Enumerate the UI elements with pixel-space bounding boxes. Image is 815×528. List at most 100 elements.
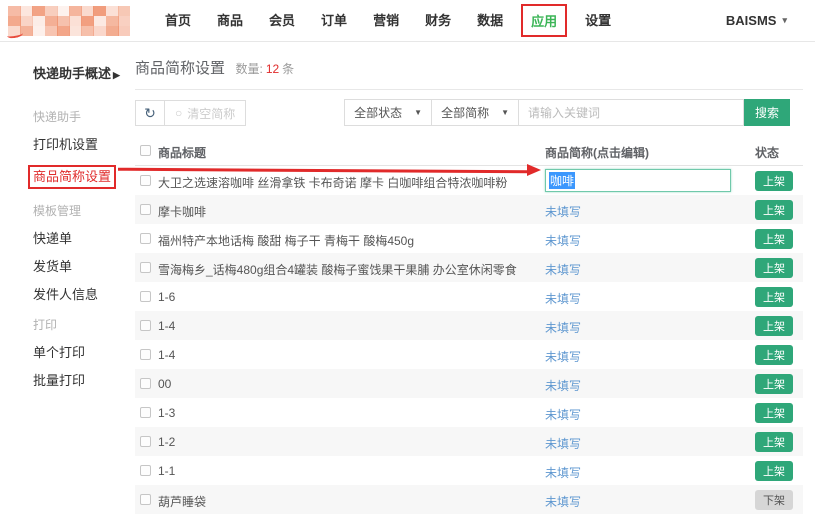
sidebar-item-2[interactable]: 打印机设置 bbox=[33, 137, 135, 153]
status-badge: 上架 bbox=[755, 200, 793, 220]
chevron-down-icon: ▼ bbox=[414, 108, 422, 117]
shortname-empty-link[interactable]: 未填写 bbox=[545, 464, 581, 481]
status-badge: 上架 bbox=[755, 403, 793, 423]
toolbar: ↻ ○ 清空简称 全部状态 ▼ 全部简称 ▼ 搜索 bbox=[135, 90, 803, 136]
sidebar-item-4: 模板管理 bbox=[33, 203, 135, 219]
table-row: 1-2未填写上架 bbox=[135, 427, 803, 456]
product-title: 1-4 bbox=[158, 319, 175, 333]
row-checkbox[interactable] bbox=[140, 465, 151, 476]
sidebar-item-10[interactable]: 批量打印 bbox=[33, 373, 135, 389]
row-checkbox[interactable] bbox=[140, 436, 151, 447]
shortname-filter-value: 全部简称 bbox=[441, 104, 489, 121]
page-title: 商品简称设置 bbox=[135, 57, 225, 78]
product-title: 1-4 bbox=[158, 348, 175, 362]
nav-item-5[interactable]: 财务 bbox=[412, 0, 464, 41]
product-title: 大卫之选速溶咖啡 丝滑拿铁 卡布奇诺 摩卡 白咖啡组合特浓咖啡粉 bbox=[158, 174, 507, 191]
row-checkbox[interactable] bbox=[140, 494, 151, 505]
status-badge: 上架 bbox=[755, 461, 793, 481]
logo-scribble bbox=[7, 30, 24, 39]
filter-group: 全部状态 ▼ 全部简称 ▼ 搜索 bbox=[345, 99, 790, 126]
sidebar-item-8: 打印 bbox=[33, 317, 135, 333]
shortname-empty-link[interactable]: 未填写 bbox=[545, 377, 581, 394]
nav-item-4[interactable]: 营销 bbox=[360, 0, 412, 41]
shortname-empty-link[interactable]: 未填写 bbox=[545, 406, 581, 423]
sidebar-item-label: 打印机设置 bbox=[33, 137, 98, 152]
chevron-right-icon: ▶ bbox=[113, 70, 120, 80]
table-row: 葫芦睡袋未填写下架 bbox=[135, 485, 803, 514]
status-badge: 上架 bbox=[755, 432, 793, 452]
select-all-checkbox[interactable] bbox=[140, 145, 151, 156]
table-row: 雪海梅乡_话梅480g组合4罐装 酸梅子蜜饯果干果脯 办公室休闲零食 未填写 上架 bbox=[135, 253, 803, 282]
count-label: 数量: bbox=[235, 62, 262, 76]
shortname-empty-link[interactable]: 未填写 bbox=[545, 261, 581, 278]
status-filter-select[interactable]: 全部状态 ▼ bbox=[344, 99, 432, 126]
status-badge: 上架 bbox=[755, 229, 793, 249]
clear-shortname-button[interactable]: ○ 清空简称 bbox=[164, 100, 246, 126]
sidebar-item-6[interactable]: 发货单 bbox=[33, 259, 135, 275]
sidebar-item-label: 发件人信息 bbox=[33, 287, 98, 302]
sidebar-item-label: 快递助手 bbox=[33, 110, 81, 124]
top-nav: 首页商品会员订单营销财务数据应用设置 bbox=[152, 0, 624, 41]
status-badge: 下架 bbox=[755, 490, 793, 510]
row-checkbox[interactable] bbox=[140, 204, 151, 215]
nav-item-8[interactable]: 设置 bbox=[572, 0, 624, 41]
toolbar-button-group: ↻ ○ 清空简称 bbox=[135, 100, 246, 126]
sidebar-item-label: 批量打印 bbox=[33, 373, 85, 388]
account-name: BAISMS bbox=[726, 13, 777, 28]
shortname-filter-select[interactable]: 全部简称 ▼ bbox=[431, 99, 519, 126]
sidebar-item-7[interactable]: 发件人信息 bbox=[33, 287, 135, 303]
row-checkbox[interactable] bbox=[140, 175, 151, 186]
shortname-edit-input[interactable]: 咖啡 bbox=[545, 169, 731, 192]
keyword-search-input[interactable] bbox=[518, 99, 744, 126]
shortname-selected-text: 咖啡 bbox=[549, 172, 575, 189]
status-filter-value: 全部状态 bbox=[354, 104, 402, 121]
table-row: 福州特产本地话梅 酸甜 梅子干 青梅干 酸梅450g 未填写 上架 bbox=[135, 224, 803, 253]
row-checkbox[interactable] bbox=[140, 291, 151, 302]
column-header-status: 状态 bbox=[755, 144, 779, 161]
status-badge: 上架 bbox=[755, 258, 793, 278]
table-header-row: 商品标题 商品简称(点击编辑) 状态 bbox=[135, 136, 803, 166]
refresh-button[interactable]: ↻ bbox=[135, 100, 165, 126]
shortname-empty-link[interactable]: 未填写 bbox=[545, 435, 581, 452]
shortname-empty-link[interactable]: 未填写 bbox=[545, 203, 581, 220]
nav-item-3[interactable]: 订单 bbox=[308, 0, 360, 41]
row-checkbox[interactable] bbox=[140, 233, 151, 244]
shortname-empty-link[interactable]: 未填写 bbox=[545, 348, 581, 365]
nav-item-2[interactable]: 会员 bbox=[256, 0, 308, 41]
page-header: 商品简称设置 数量: 12条 bbox=[135, 42, 803, 90]
row-checkbox[interactable] bbox=[140, 262, 151, 273]
sidebar: 快递助手概述▶快递助手打印机设置商品简称设置模板管理快递单发货单发件人信息打印单… bbox=[0, 42, 135, 401]
row-checkbox[interactable] bbox=[140, 320, 151, 331]
nav-item-7[interactable]: 应用 bbox=[521, 4, 567, 37]
table-row: 1-4 未填写 上架 bbox=[135, 311, 803, 340]
product-title: 00 bbox=[158, 377, 171, 391]
product-title: 雪海梅乡_话梅480g组合4罐装 酸梅子蜜饯果干果脯 办公室休闲零食 bbox=[158, 261, 517, 278]
search-button[interactable]: 搜索 bbox=[744, 99, 790, 126]
status-badge: 上架 bbox=[755, 374, 793, 394]
table-row: 1-1 未填写 上架 bbox=[135, 456, 803, 485]
nav-item-0[interactable]: 首页 bbox=[152, 0, 204, 41]
sidebar-item-9[interactable]: 单个打印 bbox=[33, 345, 135, 361]
shortname-empty-link[interactable]: 未填写 bbox=[545, 290, 581, 307]
table-body: 大卫之选速溶咖啡 丝滑拿铁 卡布奇诺 摩卡 白咖啡组合特浓咖啡粉咖啡上架摩卡咖啡… bbox=[135, 166, 803, 514]
row-checkbox[interactable] bbox=[140, 378, 151, 389]
row-checkbox[interactable] bbox=[140, 407, 151, 418]
shortname-empty-link[interactable]: 未填写 bbox=[545, 493, 581, 510]
count-value: 12 bbox=[266, 62, 279, 76]
row-checkbox[interactable] bbox=[140, 349, 151, 360]
shortname-empty-link[interactable]: 未填写 bbox=[545, 232, 581, 249]
sidebar-item-label: 模板管理 bbox=[33, 204, 81, 218]
account-menu[interactable]: BAISMS ▾ bbox=[726, 0, 787, 41]
sidebar-item-0[interactable]: 快递助手概述▶ bbox=[33, 66, 135, 83]
count-unit: 条 bbox=[282, 62, 294, 76]
sidebar-item-5[interactable]: 快递单 bbox=[33, 231, 135, 247]
status-badge: 上架 bbox=[755, 316, 793, 336]
sidebar-item-label: 单个打印 bbox=[33, 345, 85, 360]
chevron-down-icon: ▼ bbox=[501, 108, 509, 117]
product-title: 1-1 bbox=[158, 464, 175, 478]
sidebar-item-label: 发货单 bbox=[33, 259, 72, 274]
product-title: 福州特产本地话梅 酸甜 梅子干 青梅干 酸梅450g bbox=[158, 232, 414, 249]
nav-item-1[interactable]: 商品 bbox=[204, 0, 256, 41]
nav-item-6[interactable]: 数据 bbox=[464, 0, 516, 41]
shortname-empty-link[interactable]: 未填写 bbox=[545, 319, 581, 336]
